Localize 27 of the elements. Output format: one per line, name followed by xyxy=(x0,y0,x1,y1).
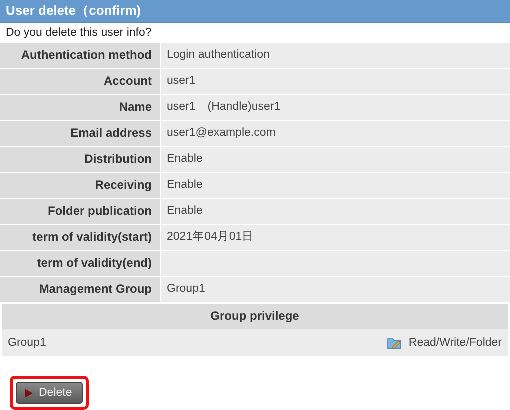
field-label: Receiving xyxy=(0,173,160,198)
field-label: Management Group xyxy=(0,277,160,302)
field-value: user1 xyxy=(161,69,510,94)
field-value: Group1 xyxy=(161,277,510,302)
field-label: term of validity(end) xyxy=(0,251,160,276)
field-label: Email address xyxy=(0,121,160,146)
field-label: Authentication method xyxy=(0,43,160,68)
field-label: Account xyxy=(0,69,160,94)
privilege-text: Read/Write/Folder xyxy=(408,336,502,348)
field-value: Enable xyxy=(161,147,510,172)
group-name: Group1 xyxy=(8,336,48,348)
field-label: Name xyxy=(0,95,160,120)
field-value: Login authentication xyxy=(161,43,510,68)
confirm-question: Do you delete this user info? xyxy=(5,26,153,41)
folder-pencil-icon xyxy=(386,336,403,350)
field-value: user1 (Handle)user1 xyxy=(161,95,510,120)
field-label: term of validity(start) xyxy=(0,225,160,250)
delete-button[interactable]: Delete xyxy=(16,382,84,404)
play-icon xyxy=(25,388,33,398)
field-label: Distribution xyxy=(0,147,160,172)
field-value: 2021年04月01日 xyxy=(161,225,510,250)
field-label: Folder publication xyxy=(0,199,160,224)
field-value: user1@example.com xyxy=(161,121,510,146)
group-privilege-heading: Group privilege xyxy=(2,304,508,329)
field-value: Enable xyxy=(161,199,510,224)
window-title: User delete（confirm) xyxy=(0,0,510,23)
field-value: Enable xyxy=(161,173,510,198)
